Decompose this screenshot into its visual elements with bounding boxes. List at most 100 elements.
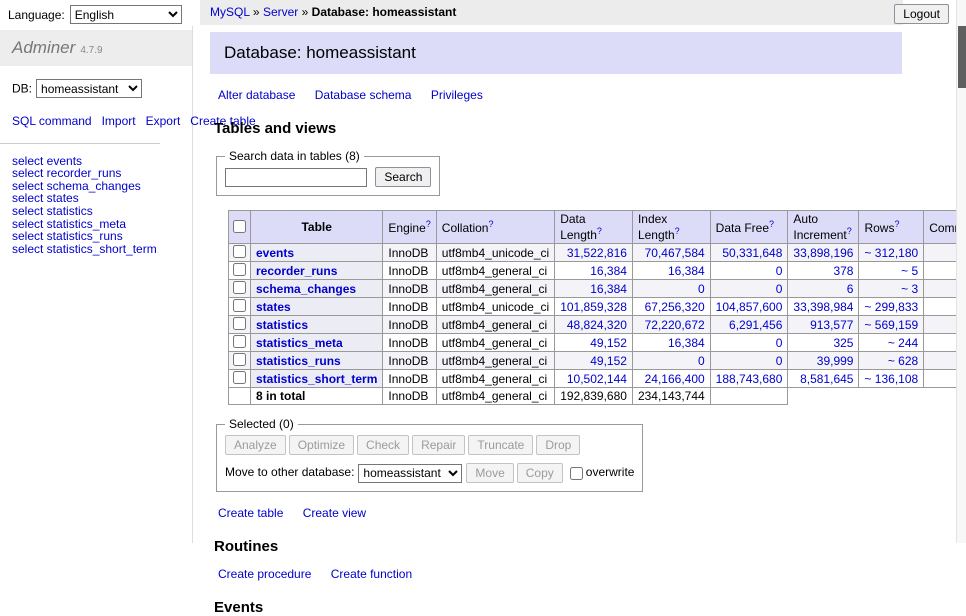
index-length-link[interactable]: 0 — [698, 282, 705, 296]
rows-link[interactable]: ~ 3 — [901, 282, 918, 296]
data-length-link[interactable]: 49,152 — [590, 336, 627, 350]
table-name-link[interactable]: schema_changes — [256, 282, 356, 296]
rows-link[interactable]: ~ 312,180 — [864, 246, 918, 260]
analyze-button[interactable]: Analyze — [225, 435, 286, 455]
alter-database-link[interactable]: Alter database — [218, 88, 295, 102]
data-free-link[interactable]: 0 — [776, 336, 783, 350]
breadcrumb-server-link[interactable]: Server — [263, 5, 298, 19]
rows-link[interactable]: ~ 628 — [888, 354, 918, 368]
data-length-link[interactable]: 101,859,328 — [560, 300, 627, 314]
app-name[interactable]: Adminer — [12, 38, 75, 57]
check-button[interactable]: Check — [357, 435, 409, 455]
create-function-link[interactable]: Create function — [331, 567, 412, 581]
column-header: Engine? — [383, 211, 436, 244]
db-select[interactable]: homeassistant — [36, 79, 142, 98]
move-button[interactable]: Move — [466, 463, 513, 483]
row-checkbox[interactable] — [233, 353, 246, 366]
auto-increment-link[interactable]: 325 — [833, 336, 853, 350]
index-length-link[interactable]: 24,166,400 — [645, 372, 705, 386]
rows-link[interactable]: ~ 136,108 — [864, 372, 918, 386]
table-name-link[interactable]: states — [256, 300, 291, 314]
rows-link[interactable]: ~ 5 — [901, 264, 918, 278]
drop-button[interactable]: Drop — [536, 435, 580, 455]
index-length-link[interactable]: 16,384 — [668, 264, 705, 278]
row-checkbox[interactable] — [233, 245, 246, 258]
data-length-link[interactable]: 31,522,816 — [567, 246, 627, 260]
data-length-link[interactable]: 16,384 — [590, 264, 627, 278]
index-length-link[interactable]: 67,256,320 — [645, 300, 705, 314]
logout-button[interactable]: Logout — [894, 4, 949, 24]
engine-cell: InnoDB — [383, 244, 436, 262]
row-checkbox[interactable] — [233, 299, 246, 312]
index-length-link[interactable]: 16,384 — [668, 336, 705, 350]
search-button[interactable]: Search — [375, 167, 431, 187]
column-help-link[interactable]: ? — [769, 219, 774, 229]
table-name-link[interactable]: statistics — [256, 318, 308, 332]
row-checkbox[interactable] — [233, 263, 246, 276]
database-schema-link[interactable]: Database schema — [315, 88, 412, 102]
data-length-link[interactable]: 16,384 — [590, 282, 627, 296]
data-length-link[interactable]: 10,502,144 — [567, 372, 627, 386]
data-length-link[interactable]: 48,824,320 — [567, 318, 627, 332]
table-name-link[interactable]: events — [256, 246, 294, 260]
row-checkbox[interactable] — [233, 335, 246, 348]
auto-increment-link[interactable]: 8,581,645 — [800, 372, 853, 386]
row-checkbox[interactable] — [233, 281, 246, 294]
column-help-link[interactable]: ? — [894, 219, 899, 229]
column-help-link[interactable]: ? — [426, 219, 431, 229]
repair-button[interactable]: Repair — [412, 435, 465, 455]
auto-increment-cell: 39,999 — [788, 352, 859, 370]
truncate-button[interactable]: Truncate — [468, 435, 533, 455]
privileges-link[interactable]: Privileges — [431, 88, 483, 102]
overwrite-checkbox[interactable] — [570, 467, 583, 480]
table-name-link[interactable]: statistics_runs — [256, 354, 341, 368]
scrollbar[interactable] — [956, 0, 966, 543]
data-free-link[interactable]: 50,331,648 — [722, 246, 782, 260]
index-length-link[interactable]: 0 — [698, 354, 705, 368]
table-name-link[interactable]: recorder_runs — [256, 264, 337, 278]
row-checkbox[interactable] — [233, 317, 246, 330]
data-free-link[interactable]: 6,291,456 — [729, 318, 782, 332]
column-help-link[interactable]: ? — [597, 226, 602, 236]
optimize-button[interactable]: Optimize — [289, 435, 354, 455]
column-help-link[interactable]: ? — [675, 226, 680, 236]
table-name-link[interactable]: statistics_short_term — [256, 372, 377, 386]
rows-link[interactable]: ~ 569,159 — [864, 318, 918, 332]
table-name-link[interactable]: statistics_meta — [256, 336, 343, 350]
collation-cell: utf8mb4_general_ci — [436, 352, 554, 370]
data-free-link[interactable]: 104,857,600 — [716, 300, 783, 314]
row-checkbox[interactable] — [233, 371, 246, 384]
search-input[interactable] — [225, 168, 367, 187]
data-free-link[interactable]: 188,743,680 — [716, 372, 783, 386]
breadcrumb-root-link[interactable]: MySQL — [210, 5, 250, 19]
create-view-link[interactable]: Create view — [303, 506, 366, 520]
data-free-link[interactable]: 0 — [776, 282, 783, 296]
auto-increment-link[interactable]: 39,999 — [817, 354, 854, 368]
copy-button[interactable]: Copy — [517, 463, 563, 483]
data-free-link[interactable]: 0 — [776, 354, 783, 368]
index-length-link[interactable]: 70,467,584 — [645, 246, 705, 260]
sidebar-link-sql-command[interactable]: SQL command — [12, 114, 92, 128]
move-db-select[interactable]: homeassistant — [358, 464, 462, 483]
sidebar-link-export[interactable]: Export — [146, 114, 181, 128]
index-length-link[interactable]: 72,220,672 — [645, 318, 705, 332]
auto-increment-link[interactable]: 33,398,984 — [793, 300, 853, 314]
select-all-checkbox[interactable] — [233, 220, 246, 233]
auto-increment-link[interactable]: 33,898,196 — [793, 246, 853, 260]
create-procedure-link[interactable]: Create procedure — [218, 567, 311, 581]
sidebar-table-link[interactable]: select statistics_short_term — [12, 242, 157, 256]
auto-increment-link[interactable]: 378 — [833, 264, 853, 278]
column-help-link[interactable]: ? — [488, 219, 493, 229]
auto-increment-link[interactable]: 6 — [847, 282, 854, 296]
scrollbar-thumb[interactable] — [958, 26, 966, 88]
rows-link[interactable]: ~ 299,833 — [864, 300, 918, 314]
data-free-link[interactable]: 0 — [776, 264, 783, 278]
column-help-link[interactable]: ? — [847, 226, 852, 236]
language-select[interactable]: English — [70, 5, 182, 24]
auto-increment-link[interactable]: 913,577 — [810, 318, 853, 332]
data-length-link[interactable]: 49,152 — [590, 354, 627, 368]
create-table-link[interactable]: Create table — [218, 506, 283, 520]
rows-link[interactable]: ~ 244 — [888, 336, 918, 350]
column-header: Index Length? — [632, 211, 710, 244]
sidebar-link-import[interactable]: Import — [102, 114, 136, 128]
